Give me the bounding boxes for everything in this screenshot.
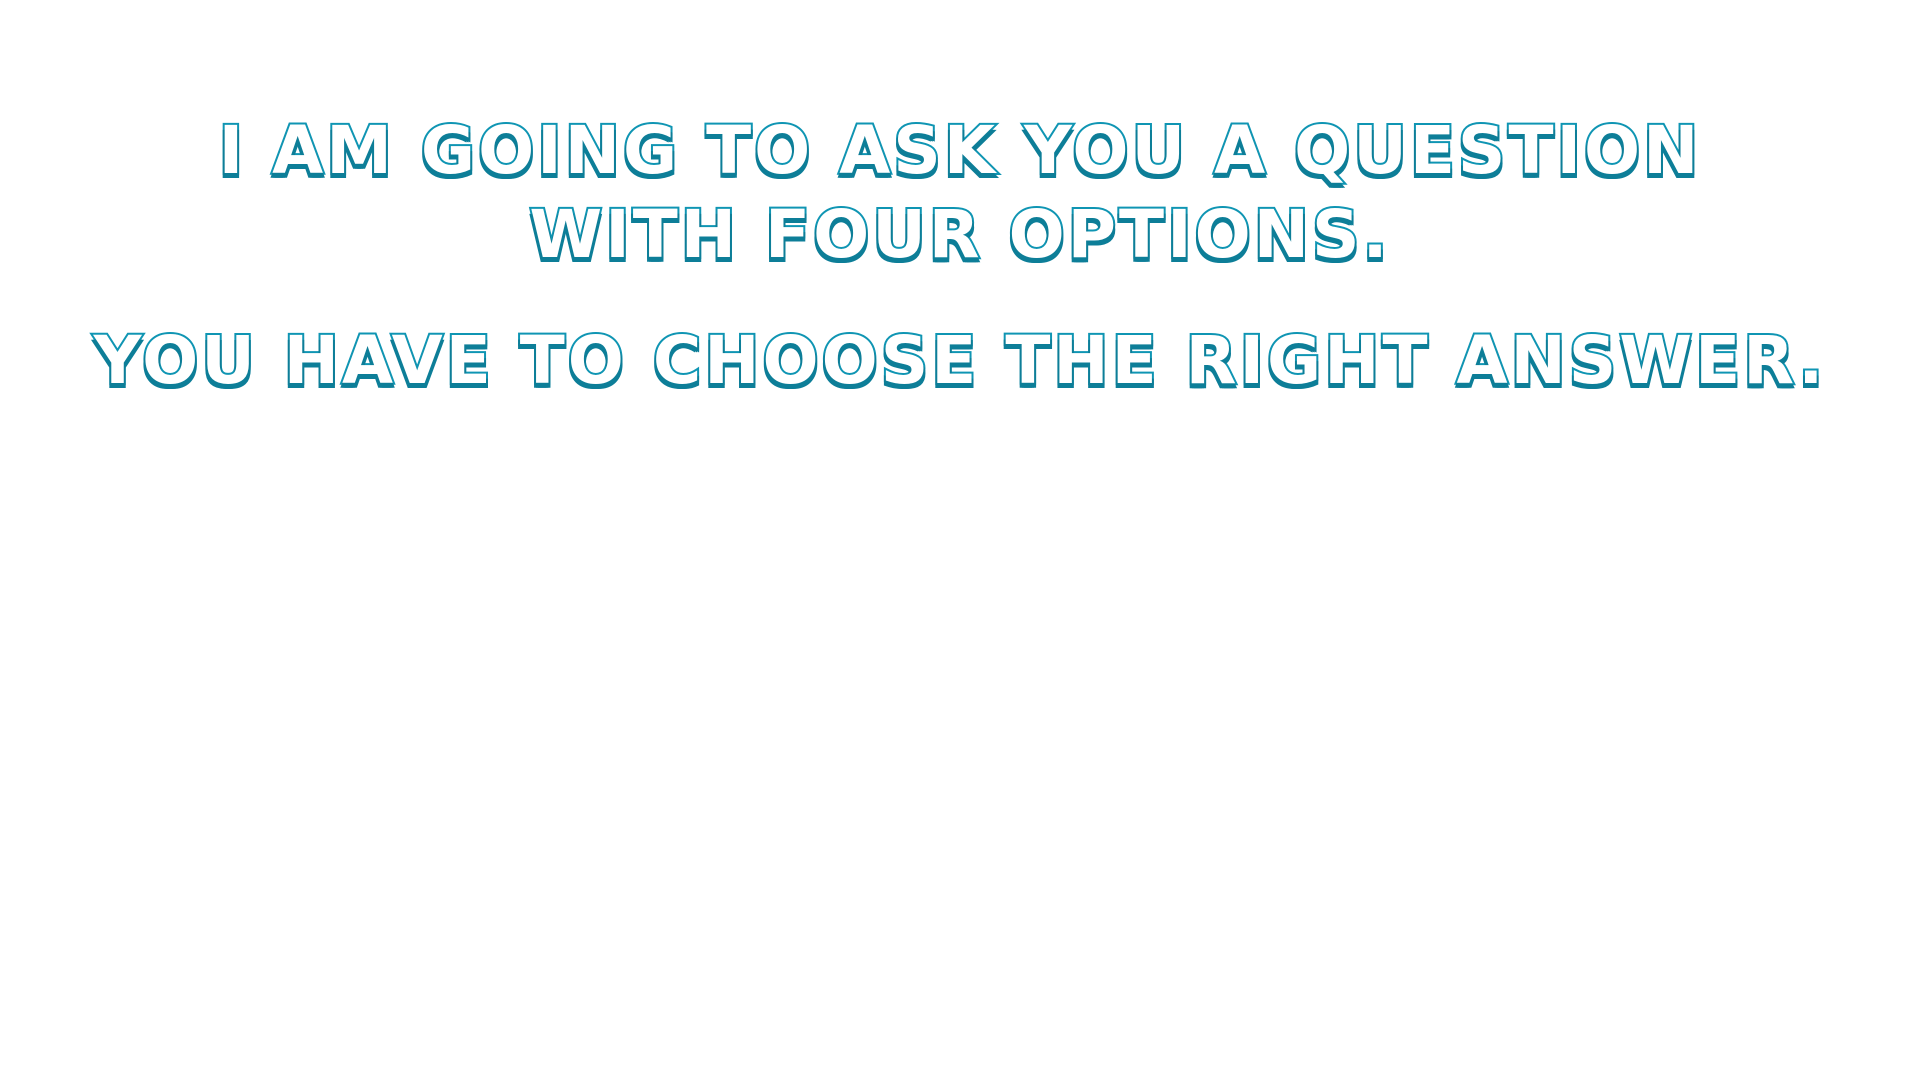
instruction-line-2: WITH FOUR OPTIONS. [527, 196, 1391, 273]
quiz-intro-screen: I AM GOING TO ASK YOU A QUESTION WITH FO… [0, 0, 1920, 1080]
instruction-line-1: I AM GOING TO ASK YOU A QUESTION [217, 112, 1702, 189]
instruction-line-3: YOU HAVE TO CHOOSE THE RIGHT ANSWER. [92, 322, 1827, 399]
